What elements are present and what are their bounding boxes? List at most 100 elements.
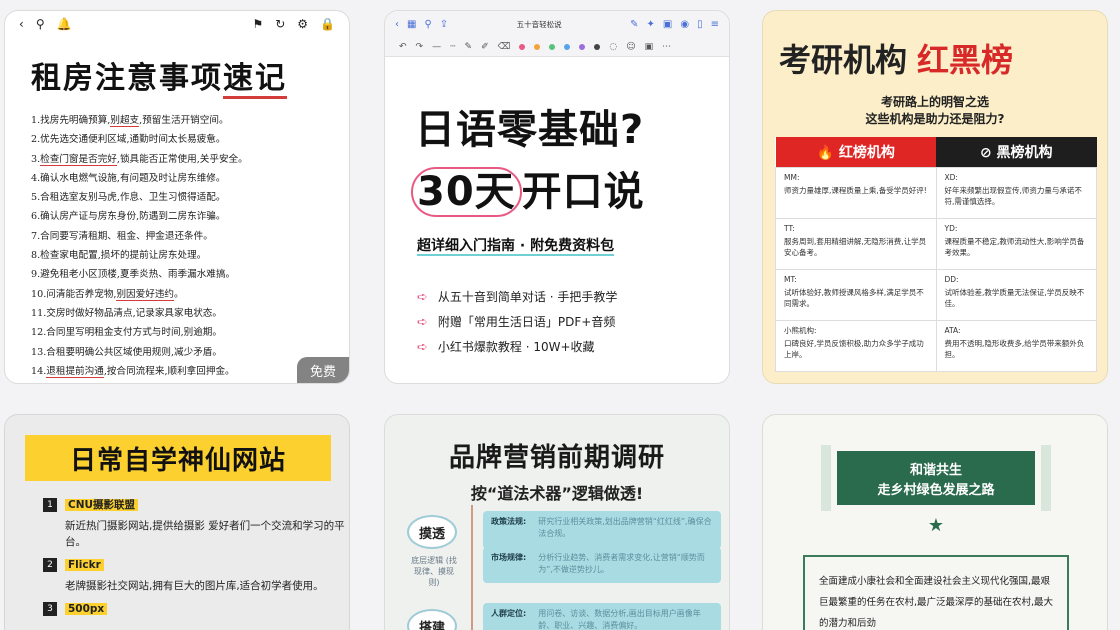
color-swatch[interactable]: [519, 43, 526, 50]
card-subtitle: 按“道法术器”逻辑做透!: [470, 484, 644, 503]
image-icon[interactable]: ▣: [663, 19, 672, 30]
eraser-icon[interactable]: ⌫: [498, 42, 511, 52]
tip-item: 10.问清能否养宠物,别因爱好违约。: [31, 288, 184, 301]
color-swatch[interactable]: [564, 43, 571, 50]
subtitle-2: 这些机构是助力还是阻力?: [865, 112, 1005, 126]
black-list-cell: DD: 试听体验差,教学质量无法保证,学员反映不佳。: [935, 268, 1097, 321]
site-list: 1 CNU摄影联盟 新近热门摄影网站,提供给摄影 爱好者们一个交流和学习的平台。 2 F…: [5, 481, 349, 616]
grid-icon[interactable]: ▦: [407, 19, 416, 30]
tip-item: 6.确认房产证与房东身份,防遇到二房东诈骗。: [31, 211, 226, 223]
lasso-icon[interactable]: ◌: [609, 42, 617, 52]
card-toolbar: ‹ ⚲ 🔔 ⚑ ↻ ⚙ 🔒: [5, 11, 349, 37]
note-card-brand-research[interactable]: 品牌营销前期调研 按“道法术器”逻辑做透! 摸透 底层逻辑 (找现律、摸现则) …: [384, 414, 730, 630]
site-name: Flickr: [65, 559, 104, 571]
black-list-cell: YD: 课程质量不稳定,教师流动性大,影响学员备考效果。: [935, 217, 1097, 270]
banner-line-1: 和谐共生: [909, 463, 962, 478]
note-card-rental-tips[interactable]: ‹ ⚲ 🔔 ⚑ ↻ ⚙ 🔒 租房注意事项速记 1.找房先明确预算,别超支,预留生…: [4, 10, 350, 384]
black-list-cell: ATA: 费用不透明,隐形收费多,给学员带来额外负担。: [935, 319, 1097, 372]
image-icon[interactable]: ▣: [645, 42, 654, 52]
tip-item: 1.找房先明确预算,别超支,预留生活开销空间。: [31, 115, 229, 127]
site-item: 3 500px: [43, 602, 349, 616]
flag-icon[interactable]: ⚑: [252, 17, 263, 31]
bell-icon[interactable]: 🔔: [57, 17, 72, 31]
redo-icon[interactable]: ↷: [416, 42, 424, 52]
note-feed-grid: ‹ ⚲ 🔔 ⚑ ↻ ⚙ 🔒 租房注意事项速记 1.找房先明确预算,别超支,预留生…: [0, 0, 1120, 630]
timeline-line: [471, 505, 473, 630]
bullet-item: 附赠「常用生活日语」PDF+音频: [417, 310, 729, 335]
item-number: 2: [43, 558, 57, 572]
line-tool-icon[interactable]: —: [432, 42, 441, 52]
black-list-cell: XD: 好年来频繁出现假宣传,师资力量与承诺不符,需谨慎选择。: [935, 166, 1097, 219]
color-swatch[interactable]: [579, 43, 586, 50]
tip-item: 7.合同要写清租期、租金、押金退还条件。: [31, 230, 213, 242]
ranking-table: 🔥 红榜机构 ⊘ 黑榜机构 MM: 师资力量雄厚,课程质量上乘,备受学员好评! XD…: [775, 137, 1097, 372]
color-swatch[interactable]: [534, 43, 541, 50]
research-row: 政策法规: 研究行业相关政策,划出品牌营销“红红线”,确保合法合规。: [483, 511, 721, 549]
site-description: 老牌摄影社交网站,拥有巨大的图片库,适合初学者使用。: [65, 580, 324, 592]
title-banner: 和谐共生 走乡村绿色发展之路: [821, 445, 1051, 511]
note-card-japanese[interactable]: ‹ ▦ ⚲ ⇪ 五十音轻松说 ✎ ✦ ▣ ◉ ▯ ≡ ↶ ↷ — ┄ ✎ ✐ ⌫…: [384, 10, 730, 384]
subtitle: 超详细入门指南 · 附免费资料包: [417, 238, 615, 256]
more-icon[interactable]: ⋯: [662, 42, 671, 52]
menu-icon[interactable]: ≡: [711, 19, 719, 30]
star-icon: ★: [927, 515, 945, 536]
red-list-cell: 小熊机构: 口碑良好,学员反馈积极,助力众多学子成功上岸。: [775, 319, 937, 372]
card-title: 考研机构 红黑榜: [779, 41, 1014, 79]
red-list-cell: TT: 服务周到,套用精细讲解,无隐形消费,让学员安心备考。: [775, 217, 937, 270]
note-card-websites[interactable]: 日常自学神仙网站 1 CNU摄影联盟 新近热门摄影网站,提供给摄影 爱好者们一个交流…: [4, 414, 350, 630]
note-card-rural[interactable]: 和谐共生 走乡村绿色发展之路 ★ 全面建成小康社会和全面建设社会主义现代化强国,…: [762, 414, 1108, 630]
settings-icon[interactable]: ⚙: [297, 17, 308, 31]
red-list-cell: MM: 师资力量雄厚,课程质量上乘,备受学员好评!: [775, 166, 937, 219]
table-row: MT: 试听体验好,教师授课风格多样,满足学员不同需求。 DD: 试听体验差,教学质量…: [775, 268, 1097, 321]
tip-item: 9.避免租老小区顶楼,夏季炎热、雨季漏水难搞。: [31, 269, 236, 281]
pen-icon[interactable]: ✎: [630, 19, 638, 30]
site-name: 500px: [65, 603, 108, 615]
tip-item: 11.交房时做好物品清点,记录家具家电状态。: [31, 307, 222, 319]
refresh-icon[interactable]: ↻: [275, 17, 285, 31]
marker-icon[interactable]: ✐: [481, 42, 489, 52]
table-row: MM: 师资力量雄厚,课程质量上乘,备受学员好评! XD: 好年来频繁出现假宣传,师资…: [775, 166, 1097, 219]
node-circle-2: 搭建: [407, 609, 457, 630]
black-list-header: ⊘ 黑榜机构: [936, 137, 1097, 167]
back-icon[interactable]: ‹: [395, 19, 399, 30]
node-circle-1: 摸透: [407, 515, 457, 549]
tip-item: 2.优先选交通便利区域,通勤时间太长易疲惫。: [31, 134, 226, 146]
mic-icon[interactable]: ◉: [680, 19, 689, 30]
pencil-icon[interactable]: ✎: [465, 42, 473, 52]
item-number: 3: [43, 602, 57, 616]
tip-item: 4.确认水电燃气设施,有问题及时让房东维修。: [31, 172, 226, 184]
site-name: CNU摄影联盟: [65, 499, 139, 511]
app-toolbar: ‹ ▦ ⚲ ⇪ 五十音轻松说 ✎ ✦ ▣ ◉ ▯ ≡: [385, 11, 729, 37]
color-swatch[interactable]: [594, 43, 601, 50]
phone-icon[interactable]: ▯: [697, 19, 703, 30]
tip-item: 12.合同里写明租金支付方式与时间,别逾期。: [31, 327, 222, 339]
headline-line2: 30天 开口说: [385, 155, 729, 217]
lock-icon[interactable]: 🔒: [320, 17, 335, 31]
note-card-kaoyan[interactable]: 考研机构 红黑榜 考研路上的明智之选 这些机构是助力还是阻力? 🔥 红榜机构 ⊘ …: [762, 10, 1108, 384]
share-icon[interactable]: ⇪: [440, 19, 448, 30]
document-title: 五十音轻松说: [516, 19, 562, 29]
body-text: 全面建成小康社会和全面建设社会主义现代化强国,最艰巨最繁重的任务在农村,最广泛最…: [803, 555, 1069, 630]
table-row: TT: 服务周到,套用精细讲解,无隐形消费,让学员安心备考。 YD: 课程质量不稳定,…: [775, 217, 1097, 270]
red-list-cell: MT: 试听体验好,教师授课风格多样,满足学员不同需求。: [775, 268, 937, 321]
back-icon[interactable]: ‹: [19, 17, 24, 31]
research-row: 人群定位: 用问卷、访谈、数据分析,画出目标用户画像年龄、职业、兴趣、消费偏好。: [483, 603, 721, 630]
bullet-list: 从五十音到简单对话 · 手把手教学附赠「常用生活日语」PDF+音频小红书爆款教程…: [385, 255, 729, 360]
magic-icon[interactable]: ✦: [647, 19, 655, 30]
banner-line-2: 走乡村绿色发展之路: [877, 483, 995, 498]
drawing-toolbar: ↶ ↷ — ┄ ✎ ✐ ⌫ ◌ ☺ ▣ ⋯: [385, 37, 729, 57]
search-icon[interactable]: ⚲: [36, 17, 45, 31]
subtitle-1: 考研路上的明智之选: [880, 95, 989, 109]
card-title: 品牌营销前期调研: [448, 443, 665, 473]
search-icon[interactable]: ⚲: [424, 19, 431, 30]
headline-line1: 日语零基础?: [415, 107, 645, 153]
card-title: 日常自学神仙网站: [25, 435, 331, 481]
tip-item: 8.检查家电配置,损坏的提前让房东处理。: [31, 250, 207, 262]
dash-tool-icon[interactable]: ┄: [450, 42, 455, 52]
card-title: 租房注意事项速记: [5, 37, 349, 99]
color-swatch[interactable]: [549, 43, 556, 50]
undo-icon[interactable]: ↶: [399, 42, 407, 52]
sticker-icon[interactable]: ☺: [626, 42, 635, 52]
research-row: 市场规律: 分析行业趋势、消费者需求变化,让营销“顺势而为”,不做逆势抄儿。: [483, 547, 721, 583]
tips-list: 1.找房先明确预算,别超支,预留生活开销空间。 2.优先选交通便利区域,通勤时间太…: [5, 97, 349, 381]
